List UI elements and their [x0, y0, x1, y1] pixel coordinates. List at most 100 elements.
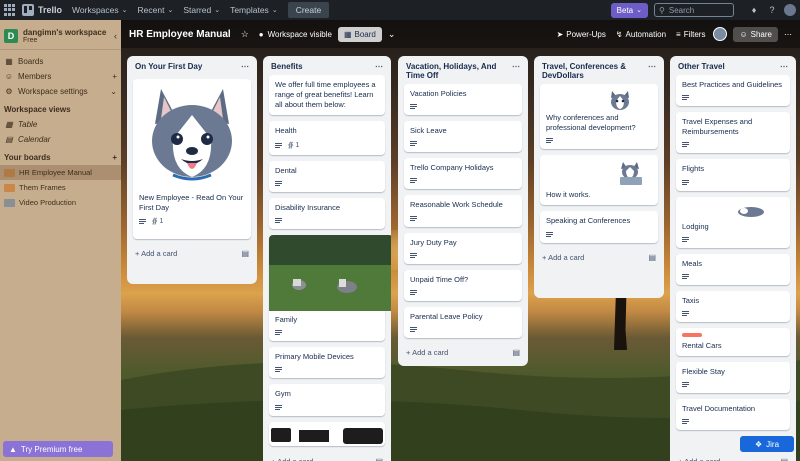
list-title[interactable]: Travel, Conferences & DevDollars — [542, 62, 648, 80]
list-title[interactable]: Vacation, Holidays, And Time Off — [406, 62, 512, 80]
card-title: Meals — [682, 258, 703, 268]
card[interactable]: Primary Mobile Devices — [269, 347, 385, 379]
menu-workspaces[interactable]: Workspaces ⌄ — [72, 5, 127, 15]
description-icon — [275, 217, 282, 224]
star-icon[interactable]: ☆ — [241, 29, 249, 40]
sidebar-board-hr-employee-manual[interactable]: HR Employee Manual — [0, 165, 121, 180]
add-board-icon[interactable]: + — [112, 150, 117, 165]
menu-label: Templates — [230, 5, 269, 15]
card[interactable]: Family — [269, 235, 391, 342]
card[interactable]: Taxis — [676, 290, 790, 322]
card-template-icon[interactable]: ▤ — [780, 457, 788, 461]
menu-label: Starred — [183, 5, 212, 15]
add-card-button[interactable]: + Add a card ▤ — [133, 245, 251, 262]
more-icon[interactable]: ⋯ — [784, 30, 792, 39]
workspace-header[interactable]: D dangimn's workspace Free ‹ — [0, 20, 121, 50]
notifications-bell-icon[interactable]: ♦ — [748, 4, 760, 16]
description-icon — [410, 326, 417, 333]
powerups-button[interactable]: ➤ Power-Ups — [557, 30, 606, 39]
card-template-icon[interactable]: ▤ — [512, 348, 520, 357]
help-icon[interactable]: ? — [766, 4, 778, 16]
board-title[interactable]: HR Employee Manual — [129, 29, 231, 40]
card[interactable]: Trello Company Holidays — [404, 158, 522, 190]
add-member-icon[interactable]: + — [112, 72, 117, 81]
board-header: HR Employee Manual ☆ ● Workspace visible … — [121, 20, 800, 48]
board-view-button[interactable]: ▦ Board — [337, 26, 382, 42]
card[interactable]: We offer full time employees a range of … — [269, 75, 385, 116]
card[interactable]: Disability Insurance — [269, 198, 385, 230]
automation-button[interactable]: ↯ Automation — [616, 30, 666, 39]
search-input[interactable]: ⚲ Search — [654, 3, 734, 17]
card-template-icon[interactable]: ▤ — [375, 457, 383, 461]
card[interactable]: How it works. — [540, 155, 658, 206]
card[interactable]: Lodging — [676, 196, 790, 248]
card[interactable]: Flexible Stay — [676, 362, 790, 394]
card-template-icon[interactable]: ▤ — [241, 249, 249, 258]
list-more-icon[interactable]: ⋯ — [648, 62, 656, 71]
card[interactable]: Meals — [676, 253, 790, 285]
add-card-button[interactable]: + Add a card ▤ — [540, 249, 658, 266]
card[interactable]: Jury Duty Pay — [404, 232, 522, 264]
filters-button[interactable]: ≡ Filters — [676, 30, 705, 39]
card[interactable]: Vacation Policies — [404, 84, 522, 116]
chevron-down-icon[interactable]: ⌄ — [388, 29, 396, 40]
list-title[interactable]: Benefits — [271, 62, 303, 71]
card[interactable]: Travel Expenses and Reimbursements — [676, 112, 790, 154]
card[interactable]: Parental Leave Policy — [404, 306, 522, 338]
sidebar-item-workspace-settings[interactable]: ⚙ Workspace settings ⌄ — [0, 84, 121, 99]
sidebar-board-them-frames[interactable]: Them Frames — [0, 180, 121, 195]
sidebar-item-members[interactable]: ☺ Members + — [0, 69, 121, 84]
menu-recent[interactable]: Recent ⌄ — [138, 5, 174, 15]
card[interactable] — [269, 421, 385, 446]
card-badges — [546, 231, 652, 238]
card[interactable]: Best Practices and Guidelines — [676, 75, 790, 107]
sidebar-item-calendar[interactable]: ▤ Calendar — [0, 132, 121, 147]
card-title: Lodging — [682, 221, 709, 231]
card[interactable]: New Employee - Read On Your First Day ∯ … — [133, 79, 251, 239]
powerups-label: Power-Ups — [566, 29, 606, 39]
list-title[interactable]: Other Travel — [678, 62, 725, 71]
card[interactable]: Sick Leave — [404, 121, 522, 153]
card[interactable]: Why conferences and professional develop… — [540, 84, 658, 150]
share-button[interactable]: ☺ Share — [733, 26, 778, 42]
sidebar-item-boards[interactable]: ▦ Boards — [0, 54, 121, 69]
description-icon — [410, 252, 417, 259]
list-more-icon[interactable]: ⋯ — [512, 62, 520, 71]
list-more-icon[interactable]: ⋯ — [780, 62, 788, 71]
card-title: Health — [275, 126, 297, 136]
beta-button[interactable]: Beta ⌄ — [610, 2, 648, 18]
list-title[interactable]: On Your First Day — [135, 62, 202, 71]
card[interactable]: Flights — [676, 159, 790, 191]
card[interactable]: Travel Documentation — [676, 399, 790, 431]
create-button[interactable]: Create — [287, 2, 330, 18]
card[interactable]: Unpaid Time Off? — [404, 269, 522, 301]
collapse-sidebar-icon[interactable]: ‹ — [114, 31, 117, 41]
sidebar-board-video-production[interactable]: Video Production — [0, 195, 121, 210]
add-card-button[interactable]: + Add a card ▤ — [269, 453, 385, 461]
menu-starred[interactable]: Starred ⌄ — [183, 5, 220, 15]
card[interactable]: Reasonable Work Schedule — [404, 195, 522, 227]
card-template-icon[interactable]: ▤ — [648, 253, 656, 262]
jira-button[interactable]: ❖ Jira — [740, 436, 794, 452]
account-avatar[interactable] — [784, 4, 796, 16]
member-avatar[interactable] — [713, 27, 728, 41]
card[interactable]: Speaking at Conferences — [540, 211, 658, 243]
try-premium-button[interactable]: ▲ Try Premium free — [3, 441, 113, 457]
list-more-icon[interactable]: ⋯ — [375, 62, 383, 71]
add-card-button[interactable]: + Add a card ▤ — [404, 344, 522, 361]
add-card-button[interactable]: + Add a card ▤ — [676, 453, 790, 461]
card-badges — [410, 177, 516, 184]
trello-logo[interactable]: Trello — [22, 4, 62, 16]
app-switcher-icon[interactable] — [4, 4, 16, 16]
menu-templates[interactable]: Templates ⌄ — [230, 5, 278, 15]
card[interactable]: Dental — [269, 160, 385, 193]
plus-icon: + — [678, 457, 682, 461]
visibility-button[interactable]: ● Workspace visible — [259, 30, 332, 39]
card-title: Best Practices and Guidelines — [682, 80, 783, 89]
list-more-icon[interactable]: ⋯ — [241, 62, 249, 71]
card[interactable]: Health ∯ 1 — [269, 121, 385, 155]
card[interactable]: Gym — [269, 384, 385, 416]
card[interactable]: Rental Cars — [676, 327, 790, 356]
sidebar-item-table[interactable]: ▦ Table — [0, 117, 121, 132]
jira-icon: ❖ — [754, 439, 763, 449]
